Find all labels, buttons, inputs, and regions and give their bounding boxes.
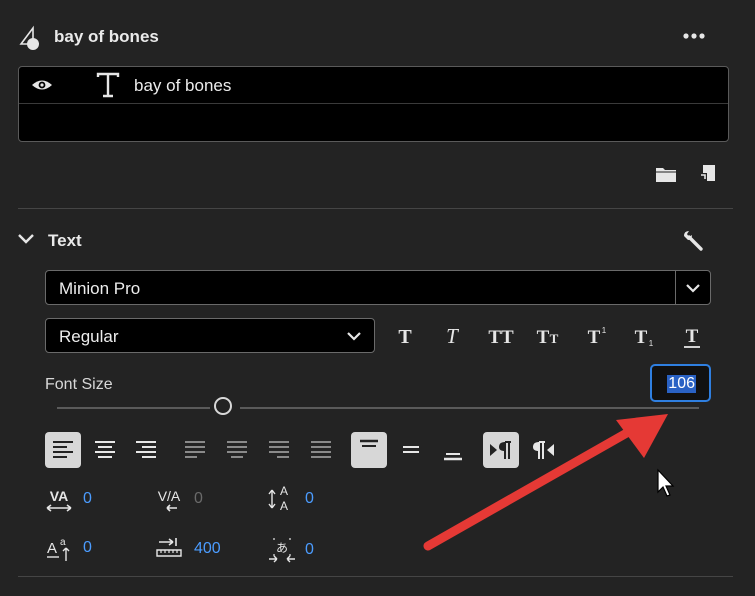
divider	[18, 208, 733, 209]
underline-button[interactable]: T	[675, 322, 709, 350]
font-size-slider-thumb[interactable]	[214, 397, 232, 415]
eye-icon[interactable]	[31, 77, 53, 93]
align-center-button[interactable]	[87, 432, 123, 468]
mouse-cursor-icon	[656, 468, 676, 498]
all-caps-button[interactable]: TT	[484, 322, 518, 350]
svg-text:T: T	[398, 326, 412, 348]
font-family-value: Minion Pro	[59, 279, 141, 298]
svg-text:1: 1	[649, 339, 654, 348]
annotation-arrow-icon	[420, 412, 680, 562]
justify-all-button[interactable]	[303, 432, 339, 468]
text-layer-icon	[96, 72, 120, 98]
chevron-down-icon[interactable]	[685, 282, 701, 294]
superscript-button[interactable]: T1	[580, 322, 614, 350]
tsume-icon: あ	[268, 535, 296, 563]
graphic-shape-icon	[18, 24, 46, 52]
svg-text:V/A: V/A	[158, 488, 181, 504]
font-style-dropdown[interactable]: Regular	[45, 318, 375, 353]
svg-text:TT: TT	[488, 327, 514, 348]
clip-title: bay of bones	[54, 27, 159, 46]
svg-text:T: T	[550, 331, 559, 346]
italic-button[interactable]: T	[435, 322, 469, 350]
section-title-text[interactable]: Text	[48, 231, 82, 251]
font-size-input[interactable]: 106	[650, 364, 711, 402]
justify-last-center-button[interactable]	[219, 432, 255, 468]
folder-icon[interactable]	[655, 165, 677, 183]
font-size-slider-track[interactable]	[57, 407, 210, 409]
more-horizontal-icon[interactable]	[680, 26, 710, 46]
tab-width-icon	[155, 536, 183, 562]
svg-text:a: a	[60, 537, 66, 548]
svg-text:1: 1	[602, 326, 607, 335]
leading-icon: A A	[268, 484, 296, 514]
svg-text:A: A	[47, 540, 57, 557]
svg-text:あ: あ	[276, 541, 288, 555]
font-size-slider-track[interactable]	[240, 407, 699, 409]
chevron-down-icon	[346, 330, 362, 342]
svg-text:T: T	[635, 327, 648, 348]
tsume-value[interactable]: 0	[305, 541, 314, 559]
svg-text:A: A	[280, 484, 288, 498]
font-style-value: Regular	[59, 327, 119, 346]
baseline-shift-value[interactable]: 0	[83, 539, 92, 557]
font-family-dropdown[interactable]: Minion Pro	[45, 270, 711, 305]
kerning-icon: VA	[45, 486, 73, 514]
svg-text:T: T	[588, 327, 601, 348]
new-layer-icon[interactable]	[698, 164, 716, 182]
baseline-shift-icon: A a	[45, 535, 73, 563]
align-left-button[interactable]	[45, 432, 81, 468]
subscript-button[interactable]: T1	[627, 322, 661, 350]
svg-text:T: T	[686, 326, 699, 347]
align-right-button[interactable]	[128, 432, 164, 468]
svg-text:T: T	[537, 327, 550, 348]
justify-last-right-button[interactable]	[261, 432, 297, 468]
tracking-value[interactable]: 0	[194, 490, 203, 508]
chevron-down-icon[interactable]	[17, 232, 35, 246]
layer-name: bay of bones	[134, 76, 232, 95]
justify-last-left-button[interactable]	[177, 432, 213, 468]
font-size-label: Font Size	[45, 376, 113, 393]
layers-panel: bay of bones	[18, 66, 729, 142]
leading-value[interactable]: 0	[305, 490, 314, 508]
svg-text:VA: VA	[50, 488, 68, 504]
tracking-icon: V/A	[155, 486, 183, 514]
layer-row[interactable]: bay of bones	[19, 67, 728, 104]
font-size-value: 106	[667, 375, 696, 393]
svg-text:T: T	[446, 324, 459, 348]
small-caps-button[interactable]: TT	[531, 322, 565, 350]
wrench-icon[interactable]	[681, 229, 705, 253]
divider	[18, 576, 733, 577]
tab-width-value[interactable]: 400	[194, 540, 221, 558]
align-top-button[interactable]	[351, 432, 387, 468]
dropdown-separator	[675, 271, 676, 304]
kerning-value[interactable]: 0	[83, 490, 92, 508]
svg-text:A: A	[280, 499, 288, 513]
bold-button[interactable]: T	[388, 322, 422, 350]
